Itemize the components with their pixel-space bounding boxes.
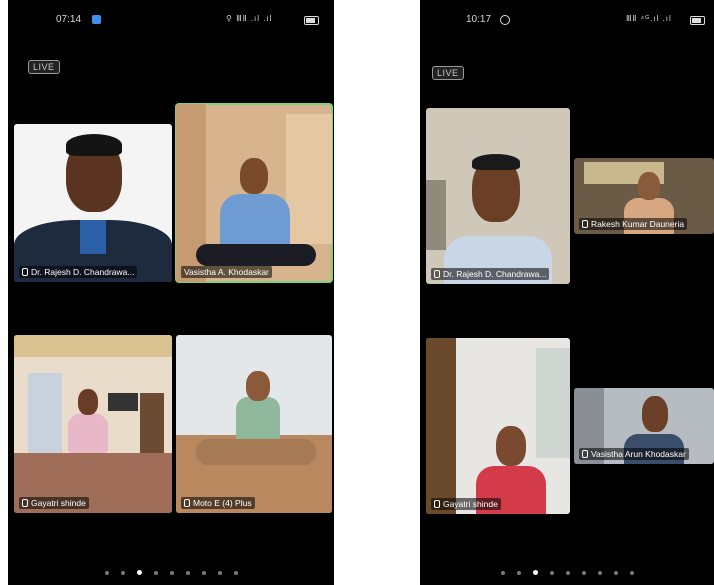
right-phone-screen: 10:17 ⅢⅡ ⁴ᴳ.ıl .ıl LIVE Dr. Rajesh D. Ch… — [420, 0, 714, 585]
participant-tile[interactable]: Rakesh Kumar Dauneria — [574, 158, 714, 234]
page-dot[interactable] — [169, 571, 174, 575]
participant-name: Moto E (4) Plus — [181, 497, 255, 509]
page-dot[interactable] — [516, 571, 521, 575]
participant-tile[interactable]: Dr. Rajesh D. Chandrawa... — [14, 124, 172, 282]
page-dot[interactable] — [201, 571, 206, 575]
page-dot[interactable] — [629, 571, 634, 575]
status-bar: 10:17 ⅢⅡ ⁴ᴳ.ıl .ıl — [420, 0, 714, 40]
page-dot[interactable] — [233, 571, 238, 575]
page-dot[interactable] — [217, 571, 222, 575]
signal-icon: ⚲ ⅢⅡ .ıl .ıl — [226, 14, 273, 23]
battery-icon — [304, 16, 319, 25]
live-badge: LIVE — [432, 66, 464, 80]
mic-icon — [184, 499, 190, 507]
participant-name: Dr. Rajesh D. Chandrawa... — [431, 268, 550, 280]
participant-tile[interactable]: Vasistha A. Khodaskar — [175, 103, 333, 283]
participant-name: Gayatri shinde — [431, 498, 501, 510]
participant-name: Vasistha Arun Khodaskar — [579, 448, 689, 460]
status-time: 07:14 — [56, 14, 82, 25]
whatsapp-icon — [500, 15, 510, 25]
participant-name: Dr. Rajesh D. Chandrawa... — [19, 266, 138, 278]
mic-icon — [434, 270, 440, 278]
page-dot[interactable] — [153, 571, 158, 575]
page-dot-active[interactable] — [136, 570, 142, 575]
page-dot[interactable] — [120, 571, 125, 575]
participant-name: Gayatri shinde — [19, 497, 89, 509]
mic-icon — [434, 500, 440, 508]
page-dot[interactable] — [581, 571, 586, 575]
page-dot[interactable] — [565, 571, 570, 575]
page-indicator[interactable] — [8, 562, 334, 580]
live-badge: LIVE — [28, 60, 60, 74]
mic-icon — [582, 450, 588, 458]
battery-icon — [690, 16, 705, 25]
page-dot[interactable] — [500, 571, 505, 575]
mic-icon — [22, 268, 28, 276]
mic-icon — [22, 499, 28, 507]
settings-icon — [92, 15, 101, 24]
page-dot[interactable] — [104, 571, 109, 575]
page-indicator[interactable] — [420, 562, 714, 580]
participant-tile[interactable]: Dr. Rajesh D. Chandrawa... — [426, 108, 570, 284]
participant-tile[interactable]: Gayatri shinde — [426, 338, 570, 514]
page-dot[interactable] — [613, 571, 618, 575]
mic-icon — [582, 220, 588, 228]
participant-name: Vasistha A. Khodaskar — [181, 266, 272, 278]
page-dot[interactable] — [185, 571, 190, 575]
signal-icon: ⅢⅡ ⁴ᴳ.ıl .ıl — [626, 14, 672, 23]
status-time: 10:17 — [466, 14, 492, 25]
status-bar: 07:14 ⚲ ⅢⅡ .ıl .ıl — [8, 0, 334, 40]
participant-tile[interactable]: Vasistha Arun Khodaskar — [574, 388, 714, 464]
participant-tile[interactable]: Gayatri shinde — [14, 335, 172, 513]
page-dot-active[interactable] — [532, 570, 538, 575]
participant-name: Rakesh Kumar Dauneria — [579, 218, 688, 230]
left-phone-screen: 07:14 ⚲ ⅢⅡ .ıl .ıl LIVE Dr. Rajesh D. Ch… — [8, 0, 334, 585]
participant-tile[interactable]: Moto E (4) Plus — [176, 335, 332, 513]
page-dot[interactable] — [549, 571, 554, 575]
page-dot[interactable] — [597, 571, 602, 575]
